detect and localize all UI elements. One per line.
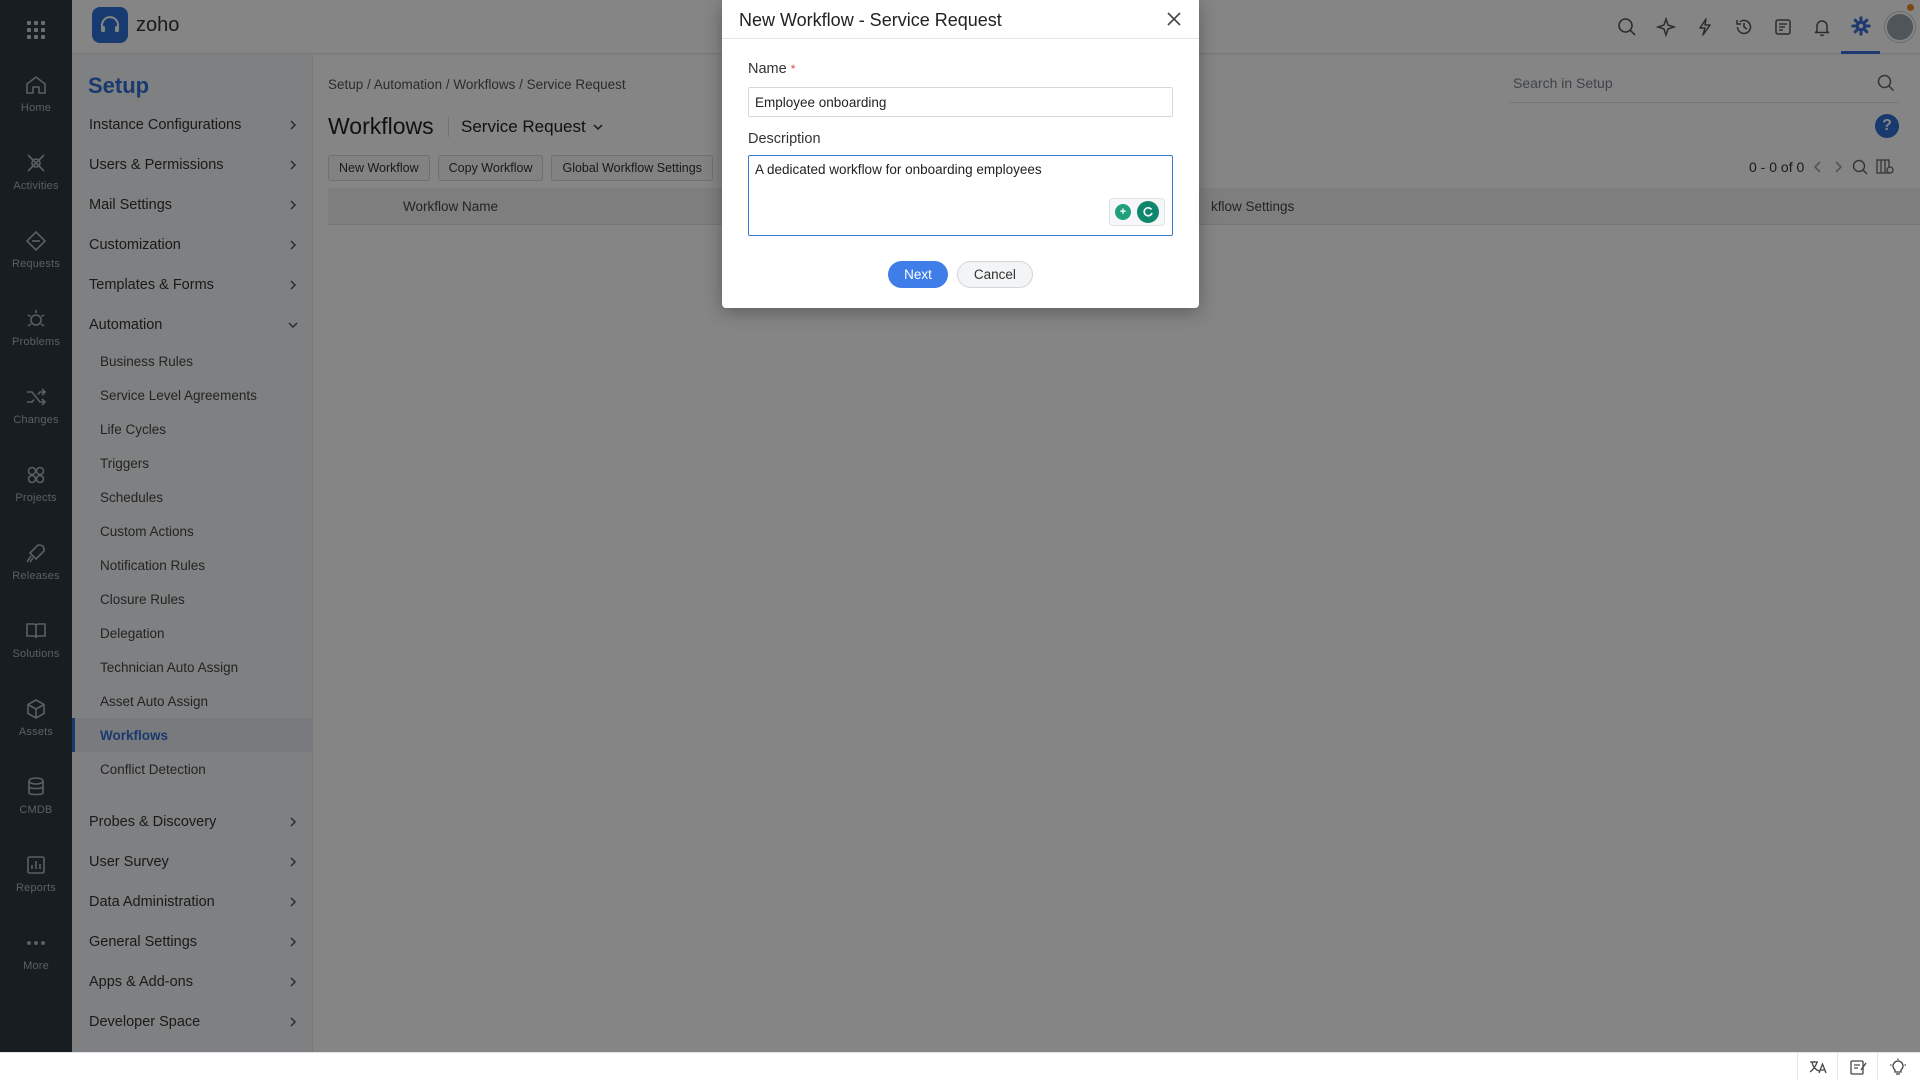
required-mark: * [790,62,796,76]
grammarly-icon[interactable] [1137,201,1159,223]
ideas-bulb-icon[interactable] [1877,1053,1917,1080]
dialog-title: New Workflow - Service Request [739,10,1002,30]
suggestion-bulb-icon[interactable]: + [1115,204,1131,220]
workflow-name-input[interactable] [748,87,1173,117]
cancel-button[interactable]: Cancel [956,261,1033,288]
dialog-actions: Next Cancel [722,261,1199,288]
notes-icon[interactable] [1837,1053,1877,1080]
name-label-text: Name [748,61,787,77]
close-icon[interactable] [1165,10,1183,28]
language-icon[interactable] [1797,1053,1837,1080]
new-workflow-dialog: New Workflow - Service Request Name* Des… [722,0,1199,308]
next-button[interactable]: Next [888,261,948,288]
description-label: Description [748,131,821,147]
name-label: Name * [748,61,795,77]
footer-bar [0,1052,1920,1080]
dialog-header: New Workflow - Service Request [722,0,1199,39]
grammar-assistant-widget[interactable]: + [1109,198,1165,226]
